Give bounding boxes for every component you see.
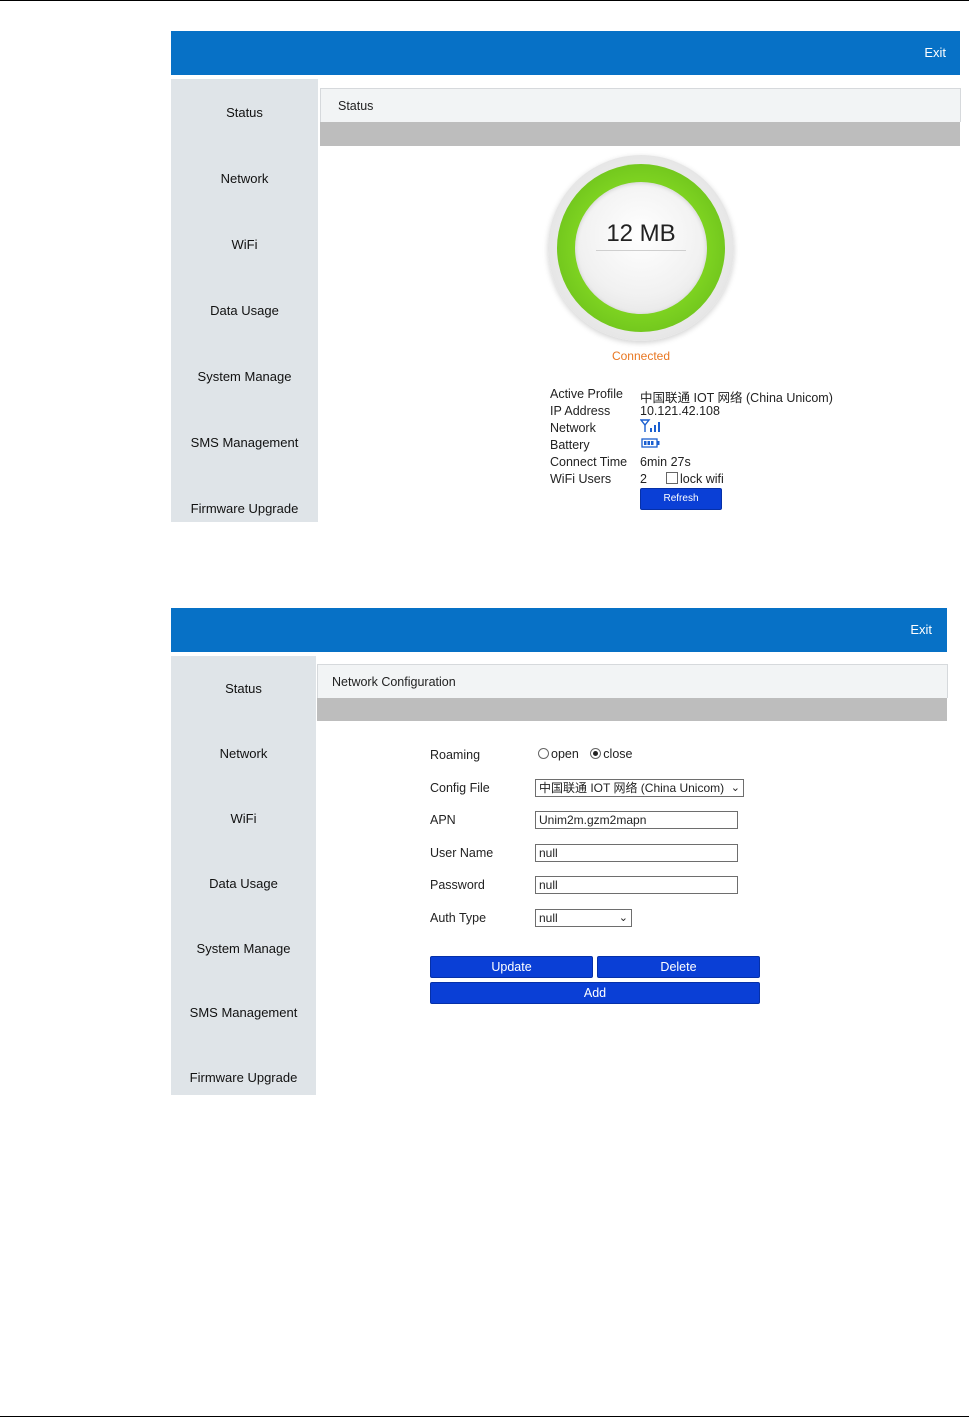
exit-button[interactable]: Exit (910, 622, 932, 637)
delete-button[interactable]: Delete (597, 956, 760, 978)
connection-status: Connected (611, 349, 671, 363)
sidebar-item-data-usage[interactable]: Data Usage (171, 876, 316, 891)
sidebar-item-status[interactable]: Status (171, 105, 318, 120)
sidebar-item-system-manage[interactable]: System Manage (171, 941, 316, 956)
content-header: Status (320, 88, 961, 122)
page-title: Status (338, 99, 374, 113)
active-profile-label: Active Profile (550, 387, 623, 401)
sidebar-item-network[interactable]: Network (171, 746, 316, 761)
lock-wifi-label: lock wifi (680, 472, 724, 486)
connect-time-label: Connect Time (550, 455, 628, 469)
connect-time-value: 6min 27s (640, 455, 691, 469)
header-strip (317, 698, 947, 721)
apn-label: APN (430, 813, 456, 827)
sidebar-item-firmware-upgrade[interactable]: Firmware Upgrade (171, 1070, 316, 1085)
network-label: Network (550, 421, 596, 435)
battery-icon (641, 437, 661, 452)
ip-address-value: 10.121.42.108 (640, 404, 720, 418)
top-bar: Exit (171, 31, 960, 75)
roaming-close-radio[interactable]: close (590, 747, 632, 761)
page-bottom-rule (0, 1416, 969, 1417)
roaming-label: Roaming (430, 748, 481, 762)
username-label: User Name (430, 846, 494, 860)
sidebar-item-wifi[interactable]: WiFi (171, 811, 316, 826)
auth-type-label: Auth Type (430, 911, 487, 925)
usage-value: 12 MB (606, 220, 676, 247)
sidebar-item-sms-management[interactable]: SMS Management (171, 1005, 316, 1020)
wifi-users-label: WiFi Users (550, 472, 612, 486)
sidebar-item-network[interactable]: Network (171, 171, 318, 186)
sidebar-item-firmware-upgrade[interactable]: Firmware Upgrade (171, 501, 318, 516)
checkbox-box[interactable] (666, 472, 678, 484)
config-file-value: 中国联通 IOT 网络 (China Unicom) (539, 781, 725, 795)
auth-type-select[interactable]: null ⌄ (535, 909, 632, 927)
chevron-down-icon: ⌄ (618, 912, 628, 924)
config-file-label: Config File (430, 781, 490, 795)
signal-icon (639, 419, 662, 436)
content-header: Network Configuration (317, 664, 948, 698)
update-button[interactable]: Update (430, 956, 593, 978)
wifi-users-value: 2 (640, 472, 647, 486)
password-input[interactable]: null (535, 876, 738, 894)
lock-wifi-checkbox[interactable]: lock wifi (666, 472, 724, 486)
password-label: Password (430, 878, 485, 892)
sidebar-item-status[interactable]: Status (171, 681, 316, 696)
apn-input[interactable]: Unim2m.gzm2mapn (535, 811, 738, 829)
exit-button[interactable]: Exit (924, 45, 946, 60)
roaming-options: open close (538, 747, 632, 761)
sidebar: Status Network WiFi Data Usage System Ma… (171, 656, 316, 1095)
refresh-button[interactable]: Refresh (640, 488, 722, 510)
usage-divider (596, 250, 686, 251)
username-input[interactable]: null (535, 844, 738, 862)
top-bar: Exit (171, 608, 947, 652)
config-file-select[interactable]: 中国联通 IOT 网络 (China Unicom) ⌄ (535, 779, 744, 797)
sidebar: Status Network WiFi Data Usage System Ma… (171, 79, 318, 522)
usage-gauge-center (575, 182, 707, 314)
page-title: Network Configuration (332, 675, 456, 689)
chevron-down-icon: ⌄ (730, 782, 740, 794)
roaming-open-radio[interactable]: open (538, 747, 579, 761)
page-top-rule (0, 0, 969, 1)
sidebar-item-wifi[interactable]: WiFi (171, 237, 318, 252)
battery-label: Battery (550, 438, 590, 452)
status-screenshot: Exit Status Network WiFi Data Usage Syst… (171, 31, 961, 522)
ip-address-label: IP Address (550, 404, 611, 418)
add-button[interactable]: Add (430, 982, 760, 1004)
sidebar-item-system-manage[interactable]: System Manage (171, 369, 318, 384)
sidebar-item-sms-management[interactable]: SMS Management (171, 435, 318, 450)
sidebar-item-data-usage[interactable]: Data Usage (171, 303, 318, 318)
network-screenshot: Exit Status Network WiFi Data Usage Syst… (171, 608, 948, 1095)
header-strip (320, 122, 960, 146)
auth-type-value: null (539, 911, 558, 925)
